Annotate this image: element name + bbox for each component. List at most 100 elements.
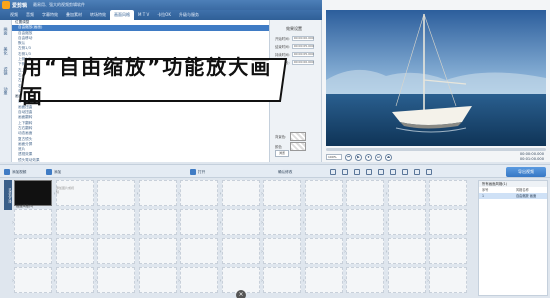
export-video-button[interactable]: 导出视频 [506, 167, 546, 177]
add-video-button[interactable]: 添加视频 [4, 168, 26, 176]
end-time-label: 结束时间: [275, 45, 290, 49]
empty-clip-slot[interactable]: › [54, 267, 94, 293]
empty-clip-slot[interactable]: › [95, 238, 135, 264]
empty-clip-slot[interactable]: › [137, 209, 177, 235]
crop-icon[interactable] [342, 169, 348, 175]
empty-clip-slot[interactable]: › [386, 238, 426, 264]
image-icon[interactable] [354, 169, 360, 175]
side-tab-motion[interactable]: 动景 [0, 82, 11, 100]
empty-clip-slot[interactable]: › [261, 267, 301, 293]
empty-clip-slot[interactable]: › [12, 238, 52, 264]
empty-clip-slot[interactable]: › [137, 267, 177, 293]
empty-clip-slot[interactable]: › [178, 209, 218, 235]
empty-clip-slot[interactable]: › [261, 238, 301, 264]
empty-clip-slot[interactable]: › [427, 238, 467, 264]
duration-input[interactable]: 00:00:05.000 [291, 52, 314, 57]
help-icon[interactable] [426, 169, 432, 175]
caption-banner: 用“自由缩放”功能放大画面 [18, 55, 288, 108]
save-icon[interactable] [378, 169, 384, 175]
eject-button[interactable]: ⏏ [385, 153, 392, 161]
tab-video[interactable]: 视频 [6, 10, 22, 20]
empty-clip-slot[interactable]: › [220, 209, 260, 235]
folder-icon [190, 169, 196, 175]
empty-clip-slot[interactable]: › [344, 180, 384, 206]
open-effect-button[interactable]: 打开 [190, 168, 205, 176]
empty-clip-slot[interactable]: › [178, 267, 218, 293]
chevron-right-icon: › [344, 278, 346, 284]
empty-clip-slot[interactable]: › [261, 180, 301, 206]
prev-button[interactable]: ⏮ [345, 153, 352, 161]
empty-clip-slot[interactable]: › [303, 180, 343, 206]
side-tab-beautify[interactable]: 美化 [0, 42, 11, 60]
empty-clip-slot[interactable]: › [220, 238, 260, 264]
tab-mtv[interactable]: M T V [134, 10, 153, 20]
color-swatch[interactable] [290, 142, 306, 151]
empty-clip-slot[interactable]: › [219, 180, 260, 206]
empty-clip-slot[interactable]: › [427, 180, 467, 206]
add-audio-button[interactable]: 添加 [46, 168, 61, 176]
empty-clip-slot[interactable]: › [303, 238, 343, 264]
chevron-right-icon: › [344, 191, 346, 197]
empty-clip-slot[interactable]: › [386, 267, 426, 293]
settings-icon[interactable] [414, 169, 420, 175]
tab-transition[interactable]: 转场特效 [86, 10, 110, 20]
timeline-grid: › › › › › › › › › › › › › › › › › › › › › › › › › › › › › › › › › › › › › › › ›… [12, 180, 474, 298]
empty-clip-slot[interactable]: › [261, 209, 301, 235]
empty-clip-slot[interactable]: › [427, 209, 467, 235]
empty-clip-slot[interactable]: › [12, 209, 52, 235]
empty-clip-slot[interactable]: › [303, 267, 343, 293]
chevron-right-icon: › [385, 191, 388, 197]
browse-button[interactable]: 浏览 [275, 150, 289, 157]
empty-clip-slot[interactable]: › [53, 209, 94, 235]
next-button[interactable]: ⏭ [375, 153, 382, 161]
empty-clip-slot[interactable]: › [137, 238, 177, 264]
chevron-right-icon: › [178, 220, 180, 226]
tab-upgrade[interactable]: 升级与服务 [175, 10, 203, 20]
empty-clip-slot[interactable]: › [137, 180, 177, 206]
empty-clip-slot[interactable]: › [385, 180, 426, 206]
row-index: 1 [482, 194, 485, 198]
tab-picture-style[interactable]: 画面风格 [110, 10, 134, 20]
chevron-right-icon: › [53, 249, 56, 255]
empty-clip-slot[interactable]: › [95, 180, 135, 206]
chevron-right-icon: › [344, 249, 346, 255]
chevron-right-icon: › [53, 220, 56, 226]
banner-text: 用“自由缩放”功能放大画面 [22, 55, 273, 108]
empty-clip-slot[interactable]: › [386, 209, 426, 235]
style-list-row[interactable]: 1 自由缩放 画面 [479, 193, 547, 199]
side-tab-filter[interactable]: 滤镜 [0, 62, 11, 80]
folder-open-icon[interactable] [366, 169, 372, 175]
empty-clip-slot[interactable]: › [53, 238, 94, 264]
preview-progress-bar[interactable] [326, 148, 546, 151]
empty-clip-slot[interactable]: › [344, 267, 384, 293]
start-time-input[interactable]: 00:00:00.000 [291, 36, 314, 41]
empty-clip-slot[interactable]: › [178, 238, 218, 264]
effect-item[interactable]: 镜头晃动效果 [12, 158, 269, 163]
chevron-right-icon: › [427, 249, 429, 255]
redo-icon[interactable] [402, 169, 408, 175]
empty-clip-slot[interactable]: › [95, 209, 135, 235]
empty-clip-slot[interactable]: › [427, 267, 467, 293]
effect-duration-input[interactable]: 00:00:00.000 [291, 60, 314, 65]
end-time-input[interactable]: 00:00:05.000 [291, 44, 314, 49]
collapse-button[interactable]: × [236, 290, 246, 298]
bg-color-swatch[interactable] [290, 132, 306, 141]
zoom-select[interactable]: 100% [326, 154, 342, 160]
empty-clip-slot[interactable]: › [95, 267, 135, 293]
tab-subtitle[interactable]: 字幕特效 [38, 10, 62, 20]
empty-clip-slot[interactable]: › [12, 267, 52, 293]
tab-overlay[interactable]: 叠加素材 [62, 10, 86, 20]
empty-clip-slot[interactable]: › [303, 209, 343, 235]
confirm-effect-button[interactable]: 确认修改 [278, 168, 292, 176]
side-tab-picture[interactable]: 画面 [0, 22, 11, 40]
chevron-right-icon: › [219, 191, 222, 197]
tab-karaoke[interactable]: 卡拉OK [153, 10, 175, 20]
empty-clip-slot[interactable]: › [344, 238, 384, 264]
empty-clip-slot[interactable]: › [178, 180, 218, 206]
tab-audio[interactable]: 音频 [22, 10, 38, 20]
cut-icon[interactable] [330, 169, 336, 175]
empty-clip-slot[interactable]: › [344, 209, 384, 235]
play-button[interactable]: ▶ [355, 153, 362, 161]
stop-button[interactable]: ⏹ [365, 153, 372, 161]
undo-icon[interactable] [390, 169, 396, 175]
